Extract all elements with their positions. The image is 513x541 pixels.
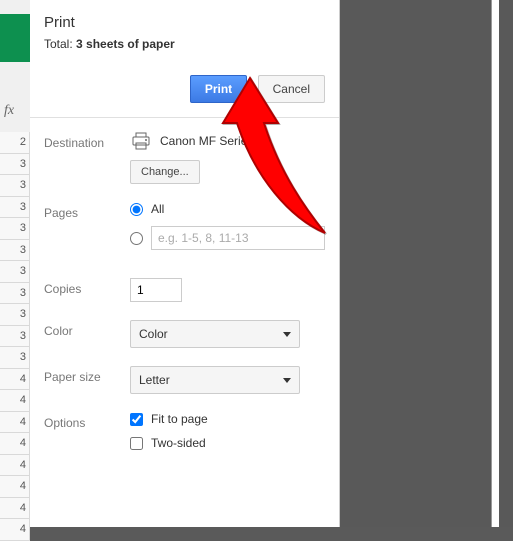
row-number: 3 <box>0 154 30 176</box>
two-sided-checkbox[interactable] <box>130 437 143 450</box>
printer-name: Canon MF Series ... <box>160 134 267 148</box>
row-number: 3 <box>0 304 30 326</box>
row-numbers: 2333333333344444444 <box>0 132 30 541</box>
chevron-down-icon <box>283 332 291 337</box>
row-number: 3 <box>0 261 30 283</box>
pages-all-label: All <box>151 202 164 216</box>
preview-page-edge <box>491 0 499 527</box>
total-sheets: Total: 3 sheets of paper <box>44 37 325 51</box>
color-label: Color <box>44 320 130 338</box>
pages-all-radio[interactable] <box>130 203 143 216</box>
fit-to-page-label: Fit to page <box>151 412 208 426</box>
row-number: 3 <box>0 347 30 369</box>
two-sided-label: Two-sided <box>151 436 206 450</box>
row-number: 4 <box>0 433 30 455</box>
preview-background <box>340 0 513 527</box>
row-number: 4 <box>0 498 30 520</box>
row-number: 3 <box>0 240 30 262</box>
row-number: 4 <box>0 455 30 477</box>
row-number: 3 <box>0 283 30 305</box>
row-number: 3 <box>0 326 30 348</box>
options-label: Options <box>44 412 130 430</box>
print-dialog: Print Total: 3 sheets of paper Print Can… <box>30 0 340 527</box>
pages-range-radio[interactable] <box>130 232 143 245</box>
formula-bar-fx: fx <box>4 103 14 119</box>
row-number: 2 <box>0 132 30 154</box>
row-number: 3 <box>0 197 30 219</box>
row-number: 3 <box>0 218 30 240</box>
change-destination-button[interactable]: Change... <box>130 160 200 184</box>
paper-size-label: Paper size <box>44 366 130 384</box>
copies-label: Copies <box>44 278 130 296</box>
color-select[interactable]: Color <box>130 320 300 348</box>
row-number: 4 <box>0 412 30 434</box>
paper-size-select[interactable]: Letter <box>130 366 300 394</box>
destination-label: Destination <box>44 132 130 150</box>
spreadsheet-toolbar <box>0 14 30 62</box>
fit-to-page-checkbox[interactable] <box>130 413 143 426</box>
row-number: 4 <box>0 390 30 412</box>
chevron-down-icon <box>283 378 291 383</box>
row-number: 4 <box>0 476 30 498</box>
printer-icon <box>130 132 152 150</box>
pages-label: Pages <box>44 202 130 220</box>
row-number: 4 <box>0 369 30 391</box>
pages-range-input[interactable] <box>151 226 325 250</box>
copies-input[interactable] <box>130 278 182 302</box>
row-number: 4 <box>0 519 30 541</box>
dialog-title: Print <box>44 14 325 31</box>
print-button[interactable]: Print <box>190 75 247 103</box>
cancel-button[interactable]: Cancel <box>258 75 325 103</box>
row-number: 3 <box>0 175 30 197</box>
